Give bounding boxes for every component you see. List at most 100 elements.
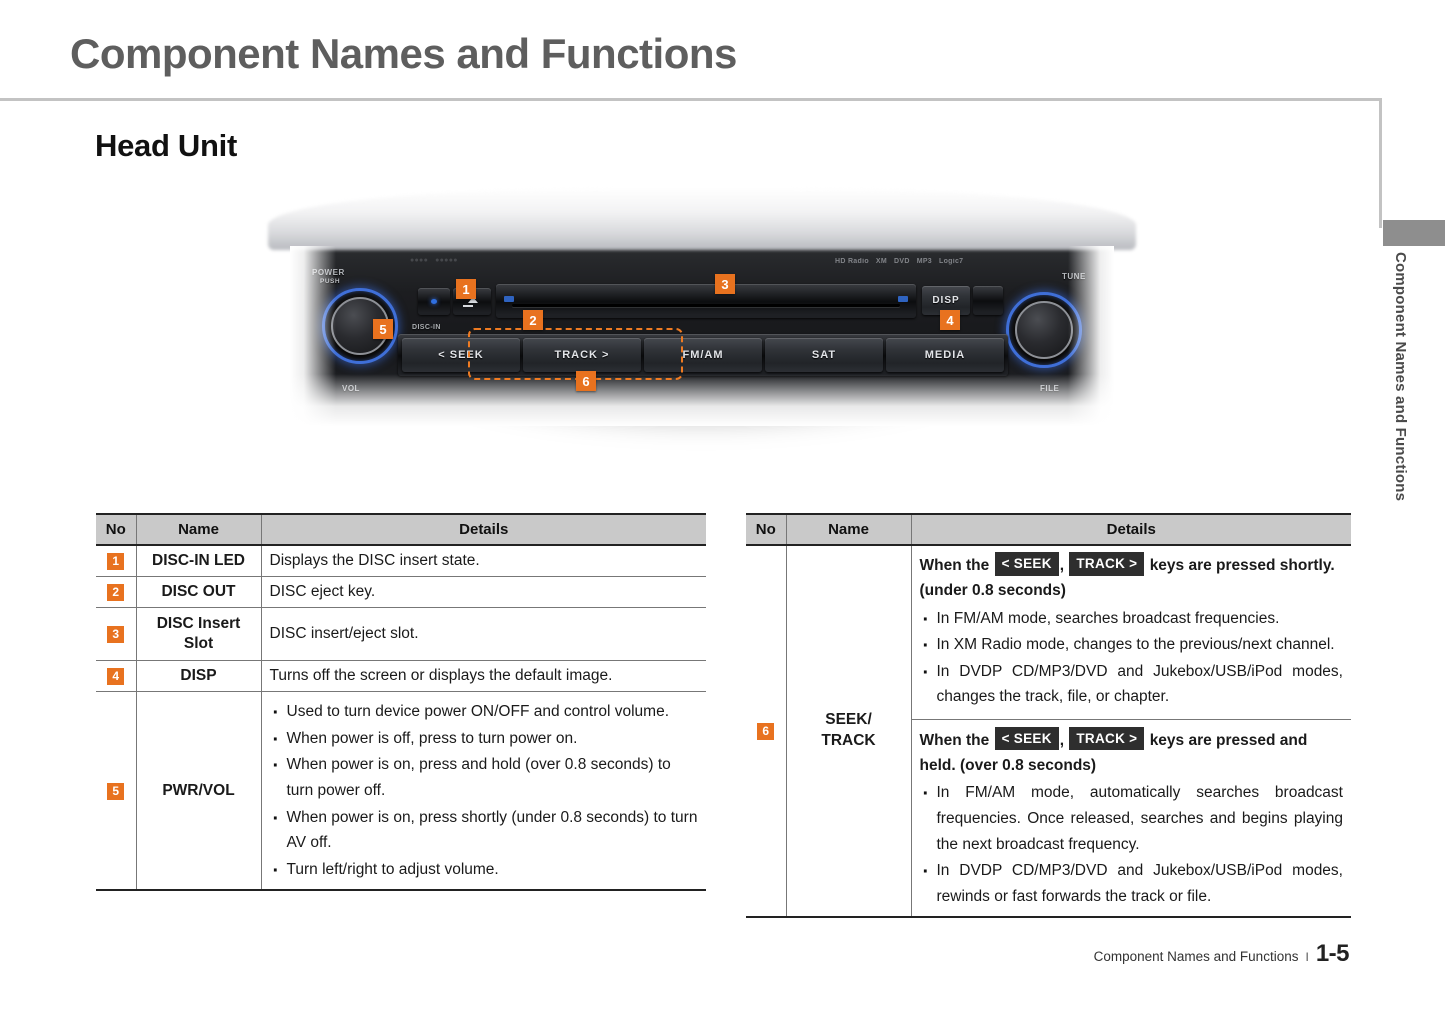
list-item: In XM Radio mode, changes to the previou… bbox=[920, 630, 1344, 662]
brand-logo-icon: ●●●● bbox=[410, 257, 429, 264]
list-item: Used to turn device power ON/OFF and con… bbox=[270, 697, 699, 729]
row-name-cell: PWR/VOL bbox=[136, 691, 262, 891]
side-tab-label: Component Names and Functions bbox=[1392, 252, 1409, 502]
head-unit-figure: HD Radio XM DVD MP3 Logic7 ●●●● ●●●●● PO… bbox=[268, 186, 1134, 476]
disc-in-led bbox=[418, 288, 450, 315]
footer-separator: I bbox=[1305, 950, 1309, 964]
track-key-chip: TRACK > bbox=[1069, 726, 1145, 751]
slot-led-left-icon bbox=[504, 296, 514, 302]
row-details-cell: Used to turn device power ON/OFF and con… bbox=[261, 692, 706, 890]
tune-label: TUNE bbox=[1062, 272, 1086, 281]
list-item: In DVDP CD/MP3/DVD and Jukebox/USB/iPod … bbox=[920, 657, 1343, 710]
track-key-chip: TRACK > bbox=[1069, 552, 1145, 576]
table-row: 1 DISC-IN LED Displays the DISC insert s… bbox=[96, 545, 706, 577]
row-details-cell: When the < SEEK, TRACK > keys are presse… bbox=[911, 545, 1351, 917]
header-divider bbox=[0, 98, 1382, 101]
short-press-bullet-list: In FM/AM mode, searches broadcast freque… bbox=[920, 604, 1344, 710]
seek-key-chip: < SEEK bbox=[994, 552, 1059, 576]
list-item: When power is off, press to turn power o… bbox=[270, 724, 699, 756]
logic7-logo-icon: Logic7 bbox=[939, 258, 964, 265]
row-name-line1: SEEK/ bbox=[825, 711, 872, 729]
right-th-name: Name bbox=[786, 514, 912, 546]
row-no-cell: 3 bbox=[96, 607, 137, 662]
row-no-cell: 5 bbox=[96, 691, 137, 891]
side-tab-block bbox=[1383, 220, 1445, 246]
figure-fade-bottom bbox=[290, 374, 1114, 426]
num-badge: 5 bbox=[107, 782, 125, 800]
sat-button[interactable]: SAT bbox=[765, 338, 883, 372]
xm-logo-icon: XM bbox=[875, 258, 888, 265]
dvd-logo-icon: DVD bbox=[894, 258, 910, 265]
pwr-vol-bullet-list: Used to turn device power ON/OFF and con… bbox=[270, 697, 699, 887]
page-title: Component Names and Functions bbox=[70, 30, 737, 77]
row-no-cell: 6 bbox=[746, 545, 787, 918]
left-th-no: No bbox=[96, 514, 137, 546]
num-badge: 1 bbox=[107, 553, 125, 570]
list-item: In DVDP CD/MP3/DVD and Jukebox/USB/iPod … bbox=[920, 856, 1343, 909]
row-name-cell: SEEK/ TRACK bbox=[786, 545, 912, 918]
short-press-block: When the < SEEK, TRACK > keys are presse… bbox=[911, 546, 1351, 720]
footer: Component Names and Functions I 1-5 bbox=[1093, 940, 1350, 968]
right-component-table: No Name Details 6 SEEK/ TRACK When the <… bbox=[746, 513, 1351, 919]
right-th-details: Details bbox=[911, 514, 1351, 546]
section-heading: Head Unit bbox=[95, 128, 237, 163]
list-item: In FM/AM mode, searches broadcast freque… bbox=[920, 604, 1344, 636]
row-name-cell: DISC Insert Slot bbox=[136, 607, 262, 662]
row-details-cell: DISC insert/eject slot. bbox=[261, 607, 706, 662]
mp3-logo-icon: MP3 bbox=[916, 258, 932, 265]
num-badge: 6 bbox=[757, 723, 775, 741]
row-details-cell: DISC eject key. bbox=[261, 576, 706, 608]
media-button[interactable]: MEDIA bbox=[886, 338, 1004, 372]
short-press-lead: When the < SEEK, TRACK > keys are presse… bbox=[920, 552, 1344, 604]
list-item: When power is on, press and hold (over 0… bbox=[270, 750, 699, 803]
footer-chapter-label: Component Names and Functions bbox=[1093, 949, 1299, 964]
long-press-lead-a: When the bbox=[919, 731, 990, 749]
eject-icon-bar bbox=[463, 305, 473, 307]
brand-logo-badges: ●●●● ●●●●● bbox=[410, 257, 458, 264]
callout-marker-6: 6 bbox=[576, 371, 596, 391]
footer-page-number: 1-5 bbox=[1315, 940, 1350, 967]
vol-label: VOL bbox=[342, 384, 360, 393]
row-no-cell: 4 bbox=[96, 660, 137, 693]
slot-led-right-icon bbox=[898, 296, 908, 302]
list-item: Turn left/right to adjust volume. bbox=[270, 855, 699, 887]
row-no-cell: 1 bbox=[96, 545, 137, 577]
right-th-no: No bbox=[746, 514, 787, 546]
row-name-cell: DISC-IN LED bbox=[136, 545, 262, 577]
callout-marker-4: 4 bbox=[940, 310, 960, 330]
callout-marker-2: 2 bbox=[523, 310, 543, 330]
num-badge: 3 bbox=[107, 626, 125, 644]
hd-radio-logo-icon: HD Radio bbox=[835, 258, 869, 265]
page-frame-vertical-line bbox=[1379, 98, 1382, 228]
disc-insert-slot[interactable] bbox=[496, 284, 916, 318]
power-label-line2: PUSH bbox=[320, 278, 341, 285]
bluetooth-logo-icon: ●●●●● bbox=[435, 257, 458, 264]
file-label: FILE bbox=[1040, 384, 1060, 393]
long-press-block: When the < SEEK, TRACK > keys are presse… bbox=[912, 720, 1352, 916]
num-badge: 2 bbox=[107, 584, 125, 601]
row-name-cell: DISP bbox=[136, 660, 262, 693]
chip-comma: , bbox=[1059, 731, 1065, 749]
table-row: 3 DISC Insert Slot DISC insert/eject slo… bbox=[96, 607, 706, 662]
table-row: 2 DISC OUT DISC eject key. bbox=[96, 576, 706, 608]
knob-cap bbox=[1015, 301, 1073, 359]
row-no-cell: 2 bbox=[96, 576, 137, 608]
callout-marker-5: 5 bbox=[373, 319, 393, 339]
list-item: When power is on, press shortly (under 0… bbox=[270, 803, 699, 856]
table-row: 6 SEEK/ TRACK When the < SEEK, TRACK > k… bbox=[746, 545, 1351, 918]
left-component-table: No Name Details 1 DISC-IN LED Displays t… bbox=[96, 513, 706, 892]
list-item: In FM/AM mode, automatically searches br… bbox=[920, 778, 1343, 857]
row-details-cell: Displays the DISC insert state. bbox=[261, 545, 706, 577]
short-press-lead-a: When the bbox=[919, 557, 990, 574]
slot-opening bbox=[512, 304, 900, 307]
num-badge: 4 bbox=[107, 668, 125, 686]
row-name-cell: DISC OUT bbox=[136, 576, 262, 608]
table-header-row: No Name Details bbox=[96, 514, 706, 546]
left-th-name: Name bbox=[136, 514, 262, 546]
tune-file-knob[interactable] bbox=[1006, 292, 1082, 368]
head-unit-faceplate: HD Radio XM DVD MP3 Logic7 ●●●● ●●●●● PO… bbox=[290, 246, 1114, 426]
aux-key[interactable] bbox=[973, 286, 1003, 315]
power-label-line1: POWER bbox=[312, 268, 345, 277]
long-press-lead: When the < SEEK, TRACK > keys are presse… bbox=[919, 726, 1344, 779]
seek-key-chip: < SEEK bbox=[994, 726, 1059, 751]
